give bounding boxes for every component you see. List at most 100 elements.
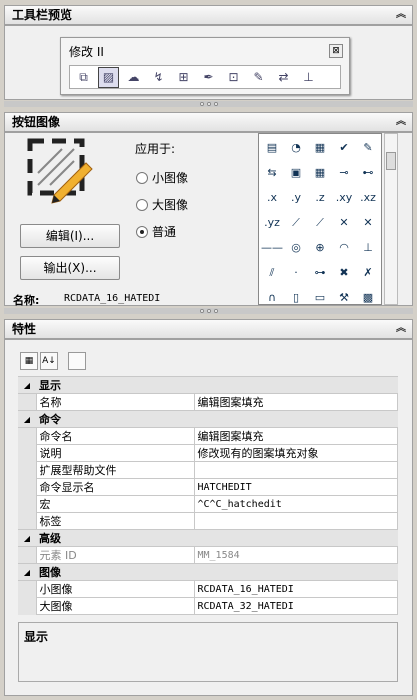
property-row[interactable]: 元素 ID MM_1584 bbox=[18, 546, 398, 564]
property-pages-icon[interactable] bbox=[68, 352, 86, 370]
category-row[interactable]: ◢ 显示 bbox=[18, 376, 398, 394]
property-value[interactable]: ^C^C_hatchedit bbox=[193, 495, 398, 513]
properties-table: ◢ 显示 名称 编辑图案填充 ◢ 命令 命令名 编辑图案填充 说明 修改现有的图案填充对象 扩展型帮… bbox=[18, 376, 398, 615]
radio-label: 普通 bbox=[152, 225, 177, 239]
category-row[interactable]: ◢ 高级 bbox=[18, 529, 398, 547]
apply-to-label: 应用于: bbox=[135, 142, 176, 156]
draworder-icon[interactable]: ⧉ bbox=[73, 67, 94, 88]
property-row[interactable]: 大图像 RCDATA_32_HATEDI bbox=[18, 597, 398, 615]
attribute-manager-icon[interactable]: ⊥ bbox=[298, 67, 319, 88]
category-row[interactable]: ◢ 图像 bbox=[18, 563, 398, 581]
name-label: 名称: bbox=[13, 294, 40, 307]
radio-icon[interactable] bbox=[136, 225, 148, 238]
property-value[interactable]: RCDATA_32_HATEDI bbox=[193, 597, 398, 615]
splitter-handle[interactable] bbox=[4, 308, 413, 314]
splitter-handle[interactable] bbox=[4, 101, 413, 107]
edit-text-icon[interactable]: ✒ bbox=[198, 67, 219, 88]
radio-option[interactable]: 大图像 bbox=[136, 196, 188, 213]
image-cell[interactable]: ▩ bbox=[356, 285, 380, 304]
property-row[interactable]: 命令显示名 HATCHEDIT bbox=[18, 478, 398, 496]
image-cell[interactable]: ◠ bbox=[332, 235, 356, 260]
property-value[interactable] bbox=[193, 512, 398, 530]
image-cell[interactable]: ✎ bbox=[356, 135, 380, 160]
property-row[interactable]: 扩展型帮助文件 bbox=[18, 461, 398, 479]
image-cell[interactable]: ✖ bbox=[332, 260, 356, 285]
property-value[interactable] bbox=[193, 461, 398, 479]
edit-block-icon[interactable]: ⊡ bbox=[223, 67, 244, 88]
image-cell[interactable]: ⊕ bbox=[308, 235, 332, 260]
edit-polyline-icon[interactable]: ☁ bbox=[123, 67, 144, 88]
image-cell[interactable]: ✔ bbox=[332, 135, 356, 160]
property-value[interactable]: 编辑图案填充 bbox=[193, 393, 398, 411]
image-cell[interactable]: .yz bbox=[260, 210, 284, 235]
radio-icon[interactable] bbox=[136, 198, 148, 211]
image-cell[interactable]: ∩ bbox=[260, 285, 284, 304]
image-cell[interactable]: ▤ bbox=[260, 135, 284, 160]
collapse-icon[interactable]: ︽ bbox=[394, 322, 408, 336]
image-cell[interactable]: ⊶ bbox=[308, 260, 332, 285]
collapse-icon[interactable]: ︽ bbox=[394, 8, 408, 22]
image-cell[interactable]: ⟋ bbox=[284, 210, 308, 235]
toolbar-button-row: ⧉ ▨ ☁ ↯ ⊞ ✒ ⊡ ✎ ⇄ ⊥ bbox=[69, 65, 341, 89]
property-row[interactable]: 小图像 RCDATA_16_HATEDI bbox=[18, 580, 398, 598]
property-value[interactable]: RCDATA_16_HATEDI bbox=[193, 580, 398, 598]
image-cell[interactable]: ▭ bbox=[308, 285, 332, 304]
description-box: 显示 bbox=[18, 622, 398, 682]
image-cell[interactable]: ⊷ bbox=[356, 160, 380, 185]
image-cell[interactable]: ✕ bbox=[356, 210, 380, 235]
image-cell[interactable]: ⇆ bbox=[260, 160, 284, 185]
radio-option[interactable]: 小图像 bbox=[136, 169, 188, 186]
property-name: 小图像 bbox=[35, 580, 195, 598]
edit-attribute-icon[interactable]: ✎ bbox=[248, 67, 269, 88]
image-cell[interactable]: —— bbox=[260, 235, 284, 260]
collapse-icon[interactable]: ︽ bbox=[394, 115, 408, 129]
edit-array-icon[interactable]: ⊞ bbox=[173, 67, 194, 88]
image-cell[interactable]: ▯ bbox=[284, 285, 308, 304]
image-cell[interactable]: .x bbox=[260, 185, 284, 210]
property-row[interactable]: 命令名 编辑图案填充 bbox=[18, 427, 398, 445]
categorized-icon[interactable]: ▦ bbox=[20, 352, 38, 370]
image-cell[interactable]: .xz bbox=[356, 185, 380, 210]
grid-scrollbar[interactable] bbox=[384, 133, 398, 305]
image-cell[interactable]: ⫽ bbox=[260, 260, 284, 285]
property-row[interactable]: 名称 编辑图案填充 bbox=[18, 393, 398, 411]
image-cell[interactable]: ✕ bbox=[332, 210, 356, 235]
close-icon[interactable]: ⊠ bbox=[329, 44, 343, 58]
image-cell[interactable]: ✗ bbox=[356, 260, 380, 285]
property-name: 标签 bbox=[35, 512, 195, 530]
image-cell[interactable]: .y bbox=[284, 185, 308, 210]
alphabetical-sort-icon[interactable]: A↓ bbox=[40, 352, 58, 370]
image-cell[interactable]: ▦ bbox=[308, 135, 332, 160]
property-name: 名称 bbox=[35, 393, 195, 411]
property-value[interactable]: 编辑图案填充 bbox=[193, 427, 398, 445]
sync-attribute-icon[interactable]: ⇄ bbox=[273, 67, 294, 88]
edit-hatch-icon[interactable]: ▨ bbox=[98, 66, 119, 88]
property-row[interactable]: 标签 bbox=[18, 512, 398, 530]
image-cell[interactable]: ◔ bbox=[284, 135, 308, 160]
radio-icon[interactable] bbox=[136, 171, 148, 184]
image-cell[interactable]: ⟋ bbox=[308, 210, 332, 235]
property-value[interactable]: 修改现有的图案填充对象 bbox=[193, 444, 398, 462]
property-name: 元素 ID bbox=[35, 546, 195, 564]
category-row[interactable]: ◢ 命令 bbox=[18, 410, 398, 428]
property-value[interactable]: HATCHEDIT bbox=[193, 478, 398, 496]
property-value[interactable]: MM_1584 bbox=[193, 546, 398, 564]
property-row[interactable]: 宏 ^C^C_hatchedit bbox=[18, 495, 398, 513]
export-image-button[interactable]: 输出(X)... bbox=[20, 256, 120, 280]
property-name: 扩展型帮助文件 bbox=[35, 461, 195, 479]
image-cell[interactable]: .xy bbox=[332, 185, 356, 210]
edit-spline-icon[interactable]: ↯ bbox=[148, 67, 169, 88]
image-cell[interactable]: ⚒ bbox=[332, 285, 356, 304]
image-cell[interactable]: ⊥ bbox=[356, 235, 380, 260]
image-cell[interactable]: ▣ bbox=[284, 160, 308, 185]
edit-image-button[interactable]: 编辑(I)... bbox=[20, 224, 120, 248]
image-cell[interactable]: ⊸ bbox=[332, 160, 356, 185]
radio-option[interactable]: 普通 bbox=[136, 223, 176, 240]
image-cell[interactable]: · bbox=[284, 260, 308, 285]
property-name: 宏 bbox=[35, 495, 195, 513]
image-cell[interactable]: ▦ bbox=[308, 160, 332, 185]
button-image-header: 按钮图像 ︽ bbox=[4, 112, 413, 132]
property-row[interactable]: 说明 修改现有的图案填充对象 bbox=[18, 444, 398, 462]
image-cell[interactable]: .z bbox=[308, 185, 332, 210]
image-cell[interactable]: ◎ bbox=[284, 235, 308, 260]
